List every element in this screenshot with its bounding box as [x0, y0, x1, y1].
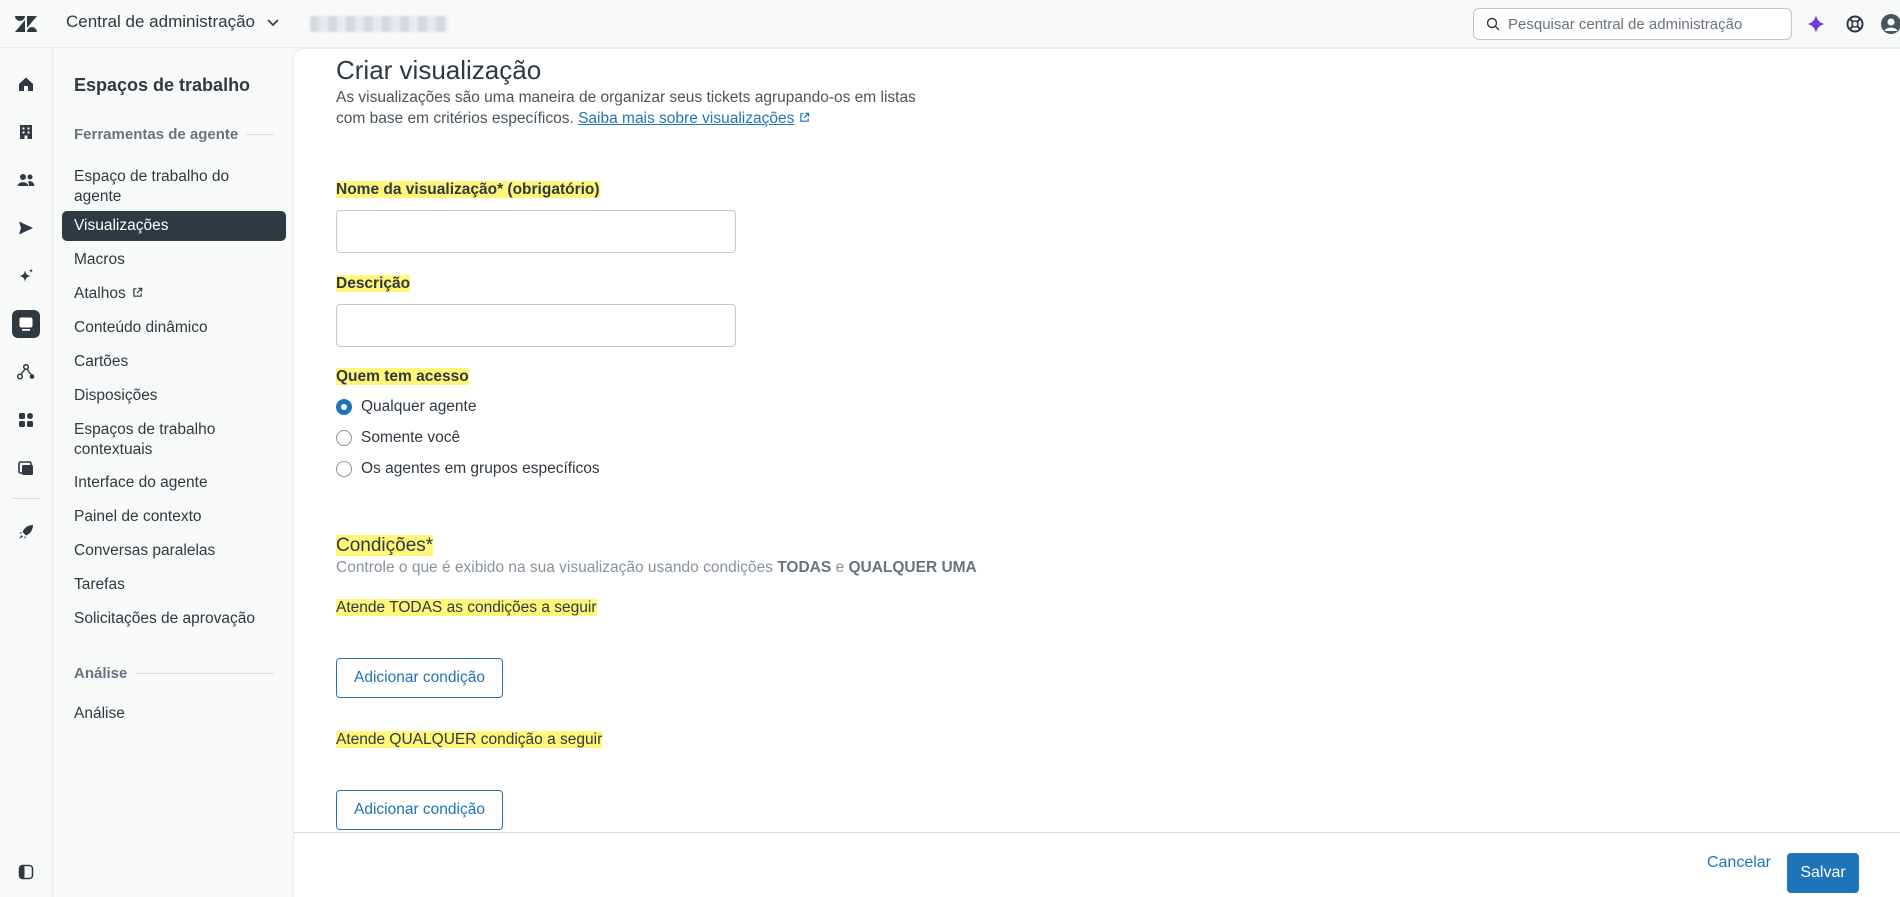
conditions-desc-any: QUALQUER UMA [848, 559, 977, 576]
conditions-title-text: Condições* [336, 535, 434, 556]
sidebar-item-analysis[interactable]: Análise [62, 699, 286, 729]
sidebar-item-agent-workspace[interactable]: Espaço de trabalho do agente [62, 162, 286, 212]
page-title: Criar visualização [336, 55, 542, 85]
sidebar-item-context-panel[interactable]: Painel de contexto [62, 502, 286, 532]
sidebar-item-contextual-workspaces[interactable]: Espaços de trabalho contextuais [62, 415, 286, 465]
description-input[interactable] [336, 304, 736, 347]
sidebar-section-agent-tools: Ferramentas de agente [74, 126, 274, 143]
sidebar-item-tasks[interactable]: Tarefas [62, 570, 286, 600]
sidebar-item-label: Atalhos [74, 285, 126, 302]
access-option-label: Qualquer agente [361, 398, 477, 415]
rocket-icon[interactable] [12, 518, 40, 546]
section-label: Análise [74, 665, 128, 682]
sidebar-item-macros[interactable]: Macros [62, 245, 286, 275]
any-conditions-label-text: Atende QUALQUER condição a seguir [336, 731, 603, 748]
ai-sparkle-icon[interactable] [1804, 12, 1828, 36]
sparkle-icon[interactable] [12, 262, 40, 290]
access-option-label: Os agentes em grupos específicos [361, 460, 600, 477]
workspaces-icon[interactable] [12, 310, 40, 338]
home-icon[interactable] [12, 70, 40, 98]
view-name-input[interactable] [336, 210, 736, 253]
section-divider [246, 134, 274, 135]
search-input[interactable] [1508, 15, 1778, 33]
access-option-only-you[interactable]: Somente você [336, 429, 460, 447]
description-label: Descrição [336, 275, 411, 293]
radio-button-selected[interactable] [336, 399, 352, 415]
learn-more-label: Saiba mais sobre visualizações [578, 110, 795, 127]
sidebar-section-analysis: Análise [74, 665, 274, 682]
sidebar-item-side-conversations[interactable]: Conversas paralelas [62, 536, 286, 566]
chevron-down-icon [267, 19, 279, 27]
apps-icon[interactable] [12, 406, 40, 434]
section-divider [135, 673, 274, 674]
sidebar-item-views[interactable]: Visualizações [62, 211, 286, 241]
sidebar-item-layouts[interactable]: Disposições [62, 381, 286, 411]
product-rail [0, 48, 53, 897]
any-conditions-label: Atende QUALQUER condição a seguir [336, 731, 603, 749]
access-label-text: Quem tem acesso [336, 368, 469, 385]
radio-button[interactable] [336, 430, 352, 446]
search-box[interactable] [1473, 8, 1792, 40]
access-option-any-agent[interactable]: Qualquer agente [336, 398, 476, 416]
section-label: Ferramentas de agente [74, 126, 239, 143]
conditions-desc-all: TODAS [777, 559, 832, 576]
access-option-label: Somente você [361, 429, 461, 446]
external-link-icon [133, 287, 143, 297]
radio-button[interactable] [336, 461, 352, 477]
main-content: Criar visualização As visualizações são … [293, 48, 1900, 832]
redacted-account-name [310, 16, 448, 32]
account-icon[interactable] [12, 454, 40, 482]
search-icon [1486, 17, 1500, 31]
product-name: Central de administração [66, 12, 255, 31]
sidebar-item-approval-requests[interactable]: Solicitações de aprovação [62, 604, 286, 634]
conditions-desc-text: Controle o que é exibido na sua visualiz… [336, 559, 773, 576]
collapse-sidebar-icon[interactable] [12, 858, 40, 886]
product-switcher[interactable]: Central de administração [66, 12, 281, 32]
building-icon[interactable] [12, 118, 40, 146]
all-conditions-label: Atende TODAS as condições a seguir [336, 599, 597, 617]
view-name-label-text: Nome da visualização* (obrigatório) [336, 181, 600, 198]
objects-icon[interactable] [12, 358, 40, 386]
sidebar-item-dynamic-content[interactable]: Conteúdo dinâmico [62, 313, 286, 343]
save-button[interactable]: Salvar [1787, 853, 1859, 893]
sidebar-item-cards[interactable]: Cartões [62, 347, 286, 377]
form-footer: Cancelar Salvar [293, 832, 1900, 897]
rail-divider [12, 498, 40, 499]
access-label: Quem tem acesso [336, 368, 469, 386]
sidebar-nav: Espaços de trabalho Ferramentas de agent… [53, 48, 293, 897]
cancel-button[interactable]: Cancelar [1707, 854, 1771, 872]
conditions-desc-and: e [835, 559, 845, 576]
sidebar-item-shortcuts[interactable]: Atalhos [62, 279, 286, 309]
help-icon[interactable] [1843, 12, 1867, 36]
description-label-text: Descrição [336, 275, 411, 292]
all-conditions-label-text: Atende TODAS as condições a seguir [336, 599, 597, 616]
people-icon[interactable] [12, 166, 40, 194]
conditions-description: Controle o que é exibido na sua visualiz… [336, 559, 977, 577]
external-link-icon [799, 112, 809, 122]
top-bar: Central de administração [0, 0, 1900, 48]
add-all-condition-button[interactable]: Adicionar condição [336, 658, 503, 698]
send-icon[interactable] [12, 214, 40, 242]
learn-more-link[interactable]: Saiba mais sobre visualizações [578, 110, 794, 127]
conditions-title: Condições* [336, 535, 434, 557]
add-any-condition-button[interactable]: Adicionar condição [336, 790, 503, 830]
intro-text: As visualizações são uma maneira de orga… [336, 87, 916, 129]
sidebar-item-agent-interface[interactable]: Interface do agente [62, 468, 286, 498]
view-name-label: Nome da visualização* (obrigatório) [336, 181, 600, 199]
access-option-specific-groups[interactable]: Os agentes em grupos específicos [336, 460, 600, 478]
user-avatar-icon[interactable] [1879, 12, 1900, 36]
zendesk-logo-icon[interactable] [14, 13, 38, 35]
sidebar-title: Espaços de trabalho [74, 75, 251, 95]
